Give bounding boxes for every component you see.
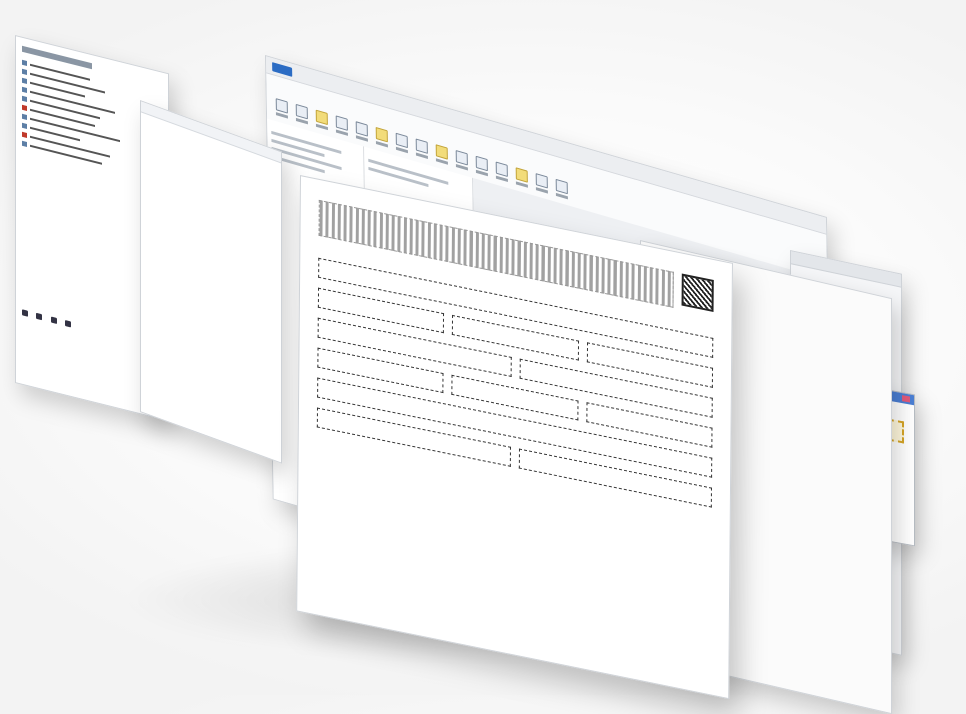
ribbon-button[interactable] [275,97,288,124]
qr-code-icon [681,273,714,312]
error-icon [22,104,27,111]
tool-icon [335,115,348,131]
status-icon[interactable] [50,316,57,324]
ribbon-button[interactable] [395,132,408,158]
folder-icon [22,140,27,147]
tool-icon [515,167,528,183]
tool-icon [455,149,468,166]
ribbon-button[interactable] [475,155,488,181]
status-icon[interactable] [36,312,43,321]
tool-icon [375,126,388,143]
tool-icon [435,144,448,160]
pane-header [141,101,281,164]
ribbon-button[interactable] [495,161,508,187]
ribbon-button[interactable] [415,138,428,164]
navigator-pane [140,100,282,464]
error-icon [22,131,27,138]
tool-icon [555,178,568,195]
ribbon-button[interactable] [435,144,448,170]
tool-icon [535,172,548,189]
ribbon-button[interactable] [375,126,388,153]
tool-icon [315,109,328,125]
ribbon-button[interactable] [555,178,568,205]
folder-icon [22,59,27,66]
folder-icon [22,122,27,129]
ribbon-button[interactable] [335,115,348,141]
status-icon[interactable] [65,320,72,328]
folder-icon [22,95,27,102]
tool-icon [395,132,408,149]
tool-icon [275,97,288,114]
tool-icon [495,161,508,177]
close-icon[interactable] [902,395,910,403]
ribbon-button[interactable] [295,103,308,130]
ribbon-button[interactable] [535,172,548,199]
ribbon-button[interactable] [315,109,328,135]
folder-icon [22,77,27,84]
folder-icon [22,86,27,93]
folder-icon [22,68,27,75]
folder-icon [22,113,27,120]
tool-icon [355,121,368,137]
ribbon-button[interactable] [515,167,528,193]
tool-icon [295,103,308,120]
tool-icon [415,138,428,154]
form-document [296,175,733,700]
ribbon-button[interactable] [355,121,368,147]
tool-icon [475,155,488,172]
app-menu-button[interactable] [272,61,293,77]
status-icon[interactable] [22,309,28,317]
ribbon-button[interactable] [455,149,468,176]
